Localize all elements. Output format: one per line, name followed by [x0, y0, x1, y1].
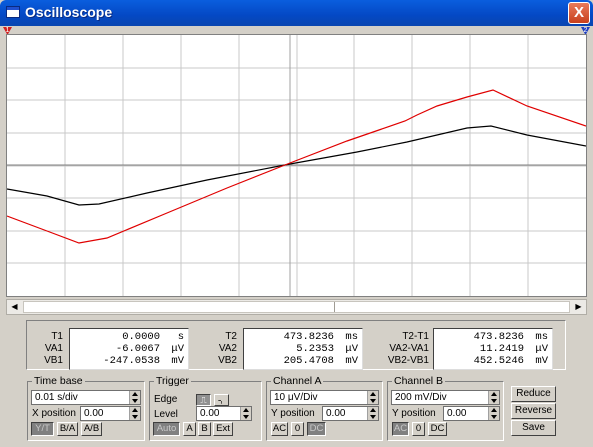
channel-a-scale-value: 10 μV/Div: [274, 392, 318, 403]
channel-a-zero-button[interactable]: 0: [291, 422, 304, 436]
t1-unit: s: [177, 331, 184, 343]
label-vb2-vb1: VB2-VB1: [387, 355, 429, 366]
channel-b-y-position-spinner-icon[interactable]: [488, 407, 499, 420]
channel-b-ac-button[interactable]: AC: [392, 422, 409, 436]
timebase-scale-select[interactable]: 0.01 s/div: [31, 390, 141, 405]
scroll-right-icon[interactable]: ▶: [571, 300, 586, 314]
timebase-scale-value: 0.01 s/div: [35, 392, 78, 403]
channel-b-scale-spinner-icon[interactable]: [488, 391, 499, 404]
channel-b-title: Channel B: [392, 375, 446, 387]
t1-value: 0.0000: [122, 331, 160, 343]
trigger-level-value: 0.00: [200, 408, 220, 419]
channel-a-y-position-spinner-icon[interactable]: [367, 407, 378, 420]
title-bar[interactable]: Oscilloscope X: [0, 0, 593, 26]
channel-b-scale-select[interactable]: 200 mV/Div: [391, 390, 500, 405]
trigger-group: Trigger Edge ⎍ ⌍ Level 0.00 Auto A B Ext: [149, 375, 262, 441]
x-position-label: X position: [32, 408, 76, 419]
channel-a-y-position-input[interactable]: 0.00: [322, 406, 379, 421]
mode-yt-button[interactable]: Y/T: [31, 422, 54, 436]
vb2-unit: mV: [345, 355, 358, 367]
va1-unit: μV: [171, 343, 184, 355]
channel-b-dc-button[interactable]: DC: [428, 422, 447, 436]
channel-b-group: Channel B 200 mV/Div Y position 0.00 AC …: [387, 375, 504, 441]
cursor-readout-panel: T1 VA1 VB1 0.0000 s -6.0067 μV -247.0538 mV…: [26, 320, 566, 370]
scroll-left-icon[interactable]: ◀: [7, 300, 22, 314]
x-position-spinner-icon[interactable]: [129, 407, 140, 420]
timebase-group: Time base 0.01 s/div X position 0.00 Y/T…: [27, 375, 145, 441]
label-t2: T2: [225, 331, 237, 342]
label-t2-t1: T2-T1: [402, 331, 429, 342]
vb-diff-unit: mV: [535, 355, 548, 367]
channel-a-y-position-value: 0.00: [326, 408, 346, 419]
trigger-b-button[interactable]: B: [198, 422, 211, 436]
channel-b-scale-value: 200 mV/Div: [395, 392, 447, 403]
channel-a-group: Channel A 10 μV/Div Y position 0.00 AC 0…: [266, 375, 383, 441]
vb1-value: -247.0538: [103, 355, 160, 367]
trigger-level-input[interactable]: 0.00: [196, 406, 252, 421]
channel-a-dc-button[interactable]: DC: [307, 422, 326, 436]
channel-b-y-position-label: Y position: [392, 408, 436, 419]
label-t1: T1: [51, 331, 63, 342]
reduce-button[interactable]: Reduce: [511, 386, 556, 402]
va-diff-value: 11.2419: [479, 343, 524, 355]
t2-labels: T2 VA2 VB2: [207, 331, 237, 367]
t1-values-box: 0.0000 s -6.0067 μV -247.0538 mV: [69, 328, 189, 370]
va2-value: 5.2353: [296, 343, 334, 355]
timebase-scale-spinner-icon[interactable]: [129, 391, 140, 404]
t2-value: 473.8236: [283, 331, 334, 343]
t-diff-value: 473.8236: [473, 331, 524, 343]
diff-values-box: 473.8236 ms 11.2419 μV 452.5246 mV: [433, 328, 553, 370]
rising-edge-icon[interactable]: ⎍: [196, 394, 211, 406]
va-diff-unit: μV: [535, 343, 548, 355]
va1-value: -6.0067: [115, 343, 160, 355]
channel-a-title: Channel A: [271, 375, 324, 387]
vb1-unit: mV: [171, 355, 184, 367]
save-button[interactable]: Save: [511, 420, 556, 436]
t2-unit: ms: [345, 331, 358, 343]
channel-a-scale-spinner-icon[interactable]: [367, 391, 378, 404]
channel-b-y-position-input[interactable]: 0.00: [443, 406, 500, 421]
mode-ab-button[interactable]: A/B: [81, 422, 102, 436]
scroll-thumb[interactable]: [23, 301, 570, 313]
trigger-a-button[interactable]: A: [183, 422, 196, 436]
window-icon: [6, 6, 20, 18]
x-position-input[interactable]: 0.00: [80, 406, 141, 421]
x-position-value: 0.00: [84, 408, 104, 419]
label-vb1: VB1: [44, 355, 63, 366]
trigger-title: Trigger: [154, 375, 191, 387]
horizontal-scrollbar[interactable]: ◀ ▶: [6, 299, 587, 315]
edge-label: Edge: [154, 394, 178, 405]
label-va2: VA2: [218, 343, 237, 354]
t2-values-box: 473.8236 ms 5.2353 μV 205.4708 mV: [243, 328, 363, 370]
waveform-display: [7, 35, 586, 296]
vb2-value: 205.4708: [283, 355, 334, 367]
oscilloscope-screen[interactable]: [6, 34, 587, 297]
window-title: Oscilloscope: [25, 4, 113, 20]
channel-a-scale-select[interactable]: 10 μV/Div: [270, 390, 379, 405]
timebase-title: Time base: [32, 375, 85, 387]
va2-unit: μV: [345, 343, 358, 355]
t-diff-unit: ms: [535, 331, 548, 343]
reverse-button[interactable]: Reverse: [511, 403, 556, 419]
label-vb2: VB2: [218, 355, 237, 366]
vb-diff-value: 452.5246: [473, 355, 524, 367]
t1-labels: T1 VA1 VB1: [33, 331, 63, 367]
close-button[interactable]: X: [568, 2, 590, 24]
label-va1: VA1: [44, 343, 63, 354]
label-va2-va1: VA2-VA1: [389, 343, 429, 354]
channel-b-y-position-value: 0.00: [447, 408, 467, 419]
channel-b-zero-button[interactable]: 0: [412, 422, 425, 436]
trigger-level-spinner-icon[interactable]: [240, 407, 251, 420]
channel-a-y-position-label: Y position: [271, 408, 315, 419]
diff-labels: T2-T1 VA2-VA1 VB2-VB1: [381, 331, 429, 367]
trigger-ext-button[interactable]: Ext: [213, 422, 233, 436]
falling-edge-icon[interactable]: ⌍: [214, 394, 229, 406]
channel-a-ac-button[interactable]: AC: [271, 422, 288, 436]
level-label: Level: [154, 409, 178, 420]
mode-ba-button[interactable]: B/A: [57, 422, 78, 436]
trigger-auto-button[interactable]: Auto: [153, 422, 180, 436]
